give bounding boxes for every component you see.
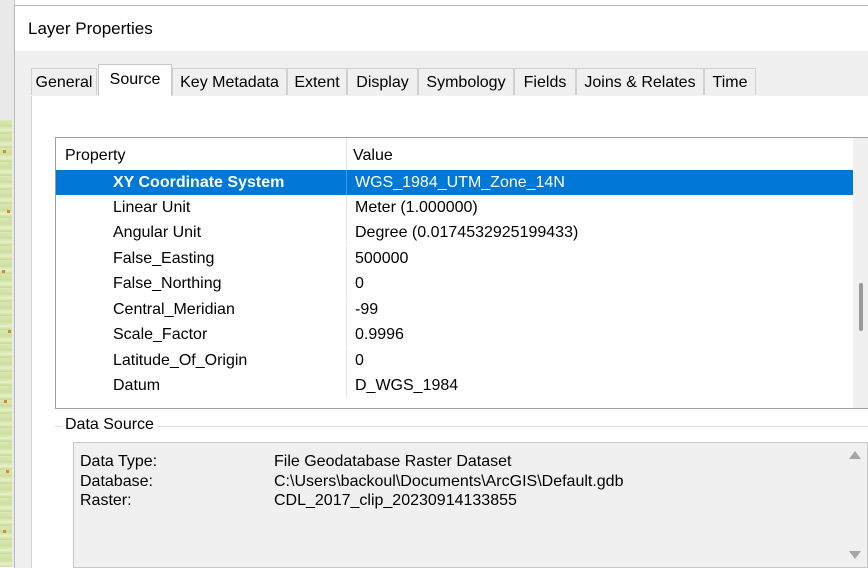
data-source-label: Data Type: — [80, 453, 158, 470]
cell-divider — [346, 170, 347, 195]
grid-row-false-easting[interactable]: False_Easting 500000 — [56, 246, 853, 271]
property-value: 500000 — [355, 250, 409, 267]
data-source-value: File Geodatabase Raster Dataset — [274, 453, 512, 470]
grid-row-latitude-of-origin[interactable]: Latitude_Of_Origin 0 — [56, 348, 853, 373]
property-name: False_Easting — [113, 250, 215, 267]
tab-key-metadata[interactable]: Key Metadata — [172, 68, 287, 95]
property-grid[interactable]: Property Value XY Coordinate System WGS_… — [55, 137, 868, 409]
cell-divider — [346, 271, 347, 296]
grid-row-scale-factor[interactable]: Scale_Factor 0.9996 — [56, 322, 853, 347]
tab-extent[interactable]: Extent — [287, 68, 347, 95]
grid-row-xy-coordinate-system[interactable]: XY Coordinate System WGS_1984_UTM_Zone_1… — [56, 170, 853, 195]
tab-strip: General Source Key Metadata Extent Displ… — [31, 64, 868, 97]
data-source-scrollbar[interactable] — [843, 443, 867, 567]
tab-fields[interactable]: Fields — [514, 68, 576, 95]
grid-row-angular-unit[interactable]: Angular Unit Degree (0.0174532925199433) — [56, 220, 853, 245]
property-name: Linear Unit — [113, 199, 191, 216]
data-source-label: Database: — [80, 473, 153, 490]
tab-symbology[interactable]: Symbology — [418, 68, 514, 95]
property-name: False_Northing — [113, 275, 222, 292]
grid-vertical-scrollbar[interactable] — [853, 138, 868, 408]
dialog-title: Layer Properties — [28, 19, 153, 38]
property-value: WGS_1984_UTM_Zone_14N — [355, 174, 565, 191]
grid-header: Property Value — [56, 138, 853, 171]
cell-divider — [346, 220, 347, 245]
source-tab-panel: Property Value XY Coordinate System WGS_… — [31, 96, 868, 568]
data-source-value: C:\Users\backoul\Documents\ArcGIS\Defaul… — [274, 473, 624, 490]
property-name: Datum — [113, 377, 161, 394]
property-value: Meter (1.000000) — [355, 199, 478, 216]
property-value: -99 — [355, 301, 379, 318]
tab-time[interactable]: Time — [704, 68, 756, 95]
layer-properties-dialog: Layer Properties General Source Key Meta… — [14, 5, 868, 568]
grid-row-central-meridian[interactable]: Central_Meridian -99 — [56, 297, 853, 322]
tab-general[interactable]: General — [31, 68, 97, 95]
property-value: 0 — [355, 275, 364, 292]
data-source-group-border — [55, 426, 868, 427]
column-header-value[interactable]: Value — [353, 147, 393, 165]
property-name: Angular Unit — [113, 224, 202, 241]
cell-divider — [346, 373, 347, 398]
scroll-up-arrow-icon[interactable] — [849, 451, 861, 459]
property-value: 0.9996 — [355, 326, 404, 343]
property-name: XY Coordinate System — [113, 174, 285, 191]
scroll-down-arrow-icon[interactable] — [849, 551, 861, 559]
property-value: D_WGS_1984 — [355, 377, 459, 394]
property-name: Scale_Factor — [113, 326, 208, 343]
data-source-textbox[interactable]: Data Type: File Geodatabase Raster Datas… — [73, 442, 868, 568]
data-source-value: CDL_2017_clip_20230914133855 — [274, 492, 517, 509]
property-value: Degree (0.0174532925199433) — [355, 224, 579, 241]
tab-source[interactable]: Source — [98, 64, 172, 96]
column-header-property[interactable]: Property — [65, 147, 125, 165]
property-value: 0 — [355, 352, 364, 369]
cell-divider — [346, 297, 347, 322]
property-name: Central_Meridian — [113, 301, 235, 318]
header-divider[interactable] — [346, 138, 347, 170]
background-map-preview — [0, 120, 12, 567]
cell-divider — [346, 195, 347, 220]
grid-row-false-northing[interactable]: False_Northing 0 — [56, 271, 853, 296]
cell-divider — [346, 246, 347, 271]
grid-row-datum[interactable]: Datum D_WGS_1984 — [56, 373, 853, 398]
tab-joins-relates[interactable]: Joins & Relates — [576, 68, 704, 95]
tab-display[interactable]: Display — [347, 68, 418, 95]
grid-row-linear-unit[interactable]: Linear Unit Meter (1.000000) — [56, 195, 853, 220]
property-name: Latitude_Of_Origin — [113, 352, 248, 369]
title-bar[interactable]: Layer Properties — [15, 6, 868, 51]
grid-scroll-thumb[interactable] — [859, 283, 863, 331]
data-source-group-label: Data Source — [62, 416, 157, 434]
data-source-label: Raster: — [80, 492, 132, 509]
cell-divider — [346, 322, 347, 347]
cell-divider — [346, 348, 347, 373]
